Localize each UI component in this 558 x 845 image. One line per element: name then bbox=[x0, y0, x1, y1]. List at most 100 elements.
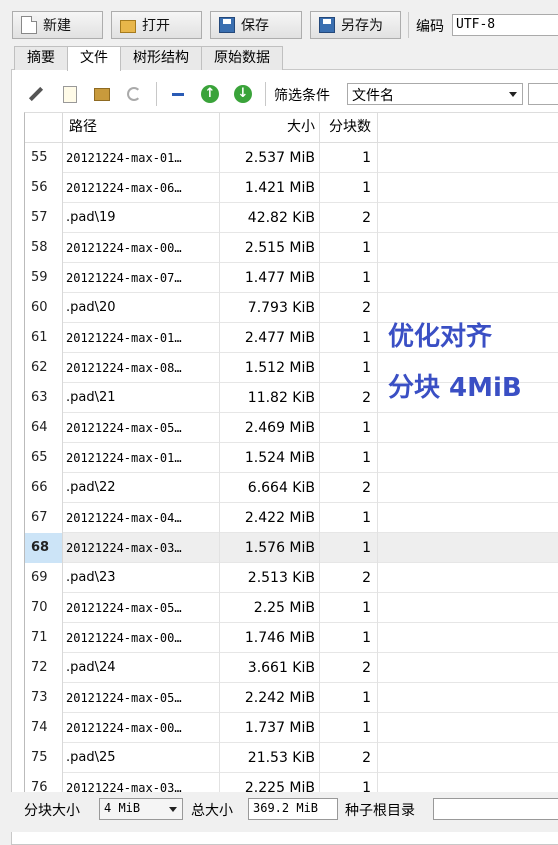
total-size-label: 总大小 bbox=[191, 803, 233, 819]
filter-select[interactable]: 文件名 bbox=[347, 83, 523, 105]
open-button[interactable]: 打开 bbox=[111, 11, 202, 39]
row-size: 1.746 MiB bbox=[220, 623, 320, 653]
row-path: .pad\22 bbox=[63, 473, 220, 503]
row-size: 2.477 MiB bbox=[220, 323, 320, 353]
magic-wand-icon[interactable] bbox=[26, 84, 46, 104]
filter-select-value: 文件名 bbox=[352, 88, 394, 104]
row-size: 7.793 KiB bbox=[220, 293, 320, 323]
row-size: 6.664 KiB bbox=[220, 473, 320, 503]
header-path[interactable]: 路径 bbox=[63, 113, 220, 143]
save-button-label: 保存 bbox=[241, 18, 269, 34]
row-path: 20121224-max-08… bbox=[63, 353, 220, 383]
table-row[interactable]: 55 20121224-max-01… 2.537 MiB 1 bbox=[25, 143, 558, 173]
table-row[interactable]: 56 20121224-max-06… 1.421 MiB 1 bbox=[25, 173, 558, 203]
row-size: 1.421 MiB bbox=[220, 173, 320, 203]
arrow-down-icon[interactable]: ↓ bbox=[233, 84, 253, 104]
row-index: 57 bbox=[25, 203, 63, 233]
row-size: 2.513 KiB bbox=[220, 563, 320, 593]
table-row[interactable]: 64 20121224-max-05… 2.469 MiB 1 bbox=[25, 413, 558, 443]
tab-summary[interactable]: 摘要 bbox=[14, 46, 68, 70]
table-header: 路径 大小 分块数 bbox=[25, 113, 558, 143]
table-row[interactable]: 59 20121224-max-07… 1.477 MiB 1 bbox=[25, 263, 558, 293]
row-blocks: 1 bbox=[320, 683, 378, 713]
table-row[interactable]: 58 20121224-max-00… 2.515 MiB 1 bbox=[25, 233, 558, 263]
row-path: 20121224-max-04… bbox=[63, 503, 220, 533]
row-path: 20121224-max-03… bbox=[63, 773, 220, 792]
table-row[interactable]: 73 20121224-max-05… 2.242 MiB 1 bbox=[25, 683, 558, 713]
row-index: 60 bbox=[25, 293, 63, 323]
header-size[interactable]: 大小 bbox=[220, 113, 320, 143]
row-index: 69 bbox=[25, 563, 63, 593]
filter-input[interactable] bbox=[528, 83, 558, 105]
table-row[interactable]: 76 20121224-max-03… 2.225 MiB 1 bbox=[25, 773, 558, 792]
table-row[interactable]: 67 20121224-max-04… 2.422 MiB 1 bbox=[25, 503, 558, 533]
row-path: .pad\23 bbox=[63, 563, 220, 593]
new-file-icon[interactable] bbox=[60, 84, 80, 104]
row-index: 63 bbox=[25, 383, 63, 413]
table-row[interactable]: 74 20121224-max-00… 1.737 MiB 1 bbox=[25, 713, 558, 743]
row-path: .pad\24 bbox=[63, 653, 220, 683]
row-blocks: 1 bbox=[320, 353, 378, 383]
row-blocks: 1 bbox=[320, 263, 378, 293]
row-blocks: 1 bbox=[320, 593, 378, 623]
row-path: .pad\19 bbox=[63, 203, 220, 233]
block-size-select[interactable]: 4 MiB bbox=[99, 798, 183, 820]
encoding-field[interactable]: UTF-8 bbox=[452, 14, 558, 36]
table-row[interactable]: 70 20121224-max-05… 2.25 MiB 1 bbox=[25, 593, 558, 623]
row-index: 75 bbox=[25, 743, 63, 773]
row-path: 20121224-max-05… bbox=[63, 593, 220, 623]
toolbar-divider bbox=[408, 12, 409, 38]
row-size: 2.537 MiB bbox=[220, 143, 320, 173]
row-blocks: 2 bbox=[320, 743, 378, 773]
table-row[interactable]: 68 20121224-max-03… 1.576 MiB 1 bbox=[25, 533, 558, 563]
refresh-icon[interactable] bbox=[124, 84, 144, 104]
row-index: 65 bbox=[25, 443, 63, 473]
table-row[interactable]: 65 20121224-max-01… 1.524 MiB 1 bbox=[25, 443, 558, 473]
row-blocks: 1 bbox=[320, 143, 378, 173]
table-row[interactable]: 72 .pad\24 3.661 KiB 2 bbox=[25, 653, 558, 683]
table-row[interactable]: 57 .pad\19 42.82 KiB 2 bbox=[25, 203, 558, 233]
block-size-value: 4 MiB bbox=[104, 801, 141, 815]
total-size-field[interactable]: 369.2 MiB bbox=[248, 798, 338, 820]
tab-files[interactable]: 文件 bbox=[67, 46, 121, 71]
row-blocks: 1 bbox=[320, 773, 378, 792]
arrow-up-icon[interactable]: ↑ bbox=[200, 84, 220, 104]
table-row[interactable]: 75 .pad\25 21.53 KiB 2 bbox=[25, 743, 558, 773]
row-path: 20121224-max-05… bbox=[63, 683, 220, 713]
table-row[interactable]: 71 20121224-max-00… 1.746 MiB 1 bbox=[25, 623, 558, 653]
table-row[interactable]: 69 .pad\23 2.513 KiB 2 bbox=[25, 563, 558, 593]
row-blocks: 1 bbox=[320, 443, 378, 473]
table-row[interactable]: 66 .pad\22 6.664 KiB 2 bbox=[25, 473, 558, 503]
tab-raw-data[interactable]: 原始数据 bbox=[201, 46, 283, 70]
row-path: 20121224-max-01… bbox=[63, 443, 220, 473]
chevron-down-icon bbox=[169, 807, 177, 812]
row-blocks: 1 bbox=[320, 323, 378, 353]
toolbar-divider bbox=[156, 82, 157, 106]
seed-root-field[interactable] bbox=[433, 798, 558, 820]
chevron-down-icon bbox=[509, 92, 517, 97]
document-new-icon bbox=[21, 16, 37, 34]
overlay-note-line2: 分块 4MiB bbox=[388, 373, 522, 403]
row-blocks: 1 bbox=[320, 533, 378, 563]
minus-icon[interactable] bbox=[168, 84, 188, 104]
row-blocks: 1 bbox=[320, 713, 378, 743]
folder-icon[interactable] bbox=[92, 84, 112, 104]
save-button[interactable]: 保存 bbox=[210, 11, 302, 39]
header-blocks[interactable]: 分块数 bbox=[320, 113, 378, 143]
row-size: 2.422 MiB bbox=[220, 503, 320, 533]
new-button[interactable]: 新建 bbox=[12, 11, 103, 39]
row-index: 61 bbox=[25, 323, 63, 353]
row-path: 20121224-max-00… bbox=[63, 623, 220, 653]
files-table: 路径 大小 分块数 55 20121224-max-01… 2.537 MiB 1 56… bbox=[24, 112, 558, 792]
save-as-button[interactable]: 另存为 bbox=[310, 11, 401, 39]
save-as-button-label: 另存为 bbox=[341, 18, 383, 34]
row-index: 64 bbox=[25, 413, 63, 443]
folder-open-icon bbox=[120, 20, 136, 33]
row-path: 20121224-max-01… bbox=[63, 143, 220, 173]
row-blocks: 2 bbox=[320, 203, 378, 233]
tab-tree[interactable]: 树形结构 bbox=[120, 46, 202, 70]
row-size: 1.576 MiB bbox=[220, 533, 320, 563]
row-blocks: 1 bbox=[320, 413, 378, 443]
row-size: 2.242 MiB bbox=[220, 683, 320, 713]
row-size: 2.469 MiB bbox=[220, 413, 320, 443]
